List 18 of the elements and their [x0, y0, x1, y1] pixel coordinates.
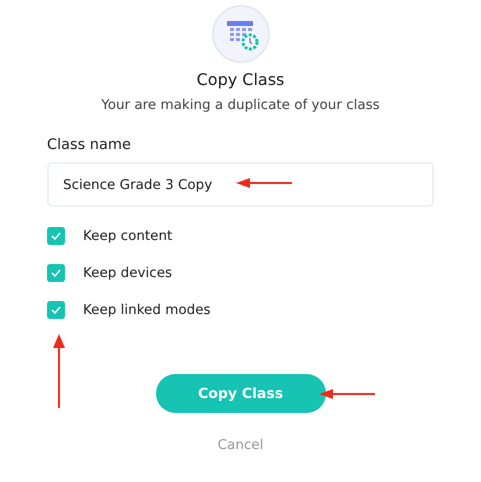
- check-icon: [51, 232, 61, 240]
- field-label: Class name: [47, 137, 131, 153]
- checkbox[interactable]: [47, 301, 65, 319]
- checkbox[interactable]: [47, 227, 65, 245]
- cancel-button[interactable]: Cancel: [218, 437, 264, 453]
- copy-class-button[interactable]: Copy Class: [156, 374, 326, 413]
- option-label: Keep devices: [83, 265, 172, 281]
- checkbox[interactable]: [47, 264, 65, 282]
- annotation-arrow: [236, 178, 292, 188]
- class-name-field[interactable]: Science Grade 3 Copy: [47, 162, 434, 207]
- check-icon: [51, 269, 61, 277]
- dialog-subtitle: Your are making a duplicate of your class: [101, 97, 380, 113]
- annotation-arrow: [319, 389, 375, 399]
- option-label: Keep linked modes: [83, 302, 211, 318]
- dialog-title: Copy Class: [196, 70, 284, 89]
- check-icon: [51, 306, 61, 314]
- calendar-gear-icon: [212, 5, 270, 63]
- option-label: Keep content: [83, 228, 172, 244]
